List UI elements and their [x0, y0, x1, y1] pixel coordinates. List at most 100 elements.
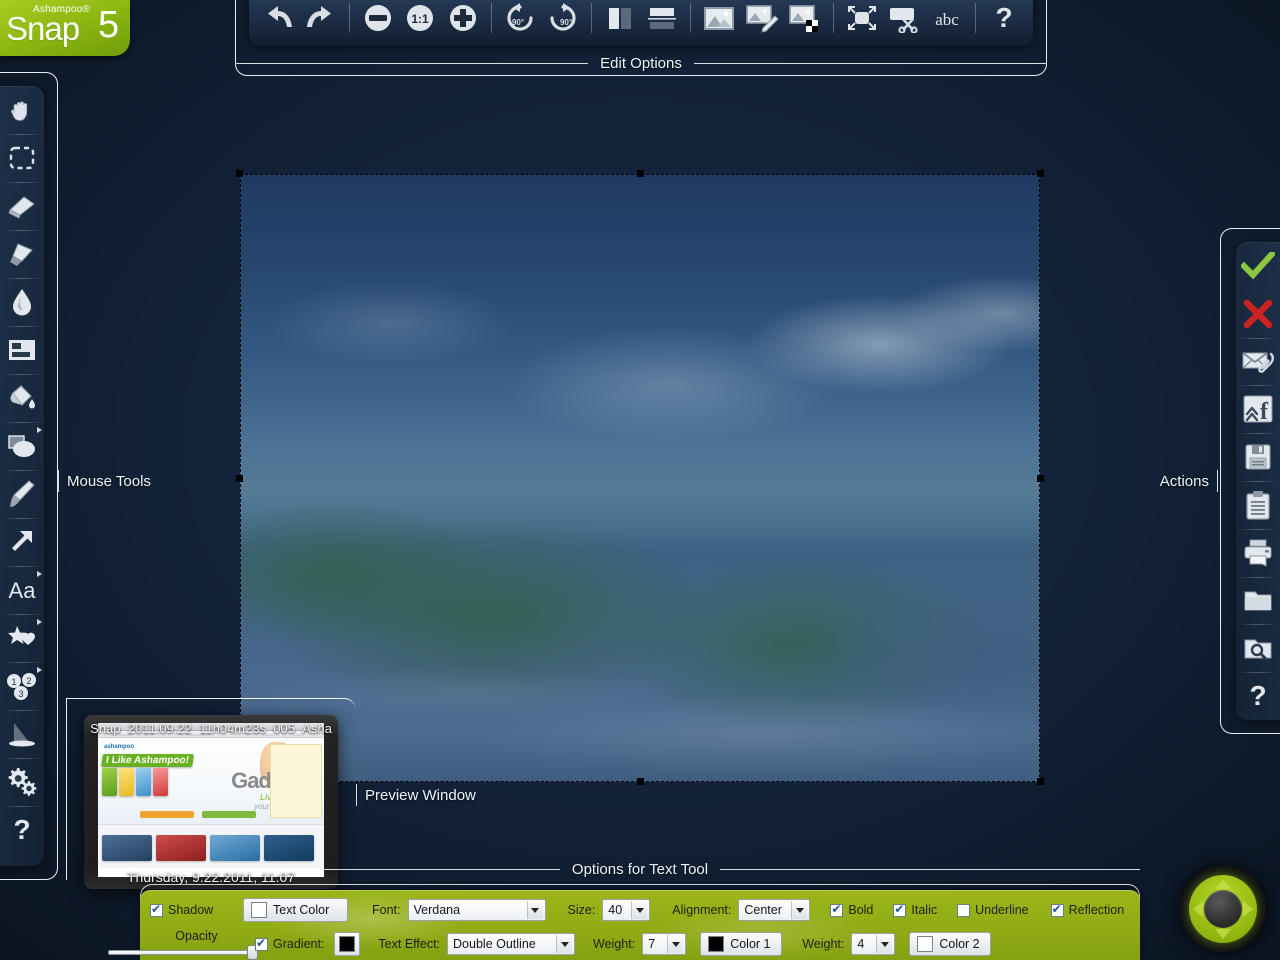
svg-text:90°: 90°	[512, 18, 524, 27]
hand-tool-button[interactable]	[0, 86, 44, 134]
resize-handle-e[interactable]	[1037, 475, 1044, 482]
font-select[interactable]: Verdana	[408, 899, 546, 921]
size-select[interactable]: 40	[602, 899, 650, 921]
chevron-down-icon	[876, 935, 892, 953]
underline-checkbox[interactable]: Underline	[957, 903, 1029, 917]
clipboard-icon	[1245, 490, 1271, 520]
resize-canvas-button[interactable]	[841, 0, 883, 40]
actions-hint: Actions	[1160, 468, 1218, 494]
paint-bucket-icon	[7, 384, 37, 412]
thumb-sidebar	[270, 744, 322, 818]
text-effect-value: Double Outline	[453, 937, 536, 951]
shadow-checkbox-box[interactable]	[150, 904, 163, 917]
hint-tick	[356, 784, 357, 806]
stamp-shapes-tool-button[interactable]	[0, 614, 44, 662]
svg-text:?: ?	[1249, 681, 1266, 711]
undo-button[interactable]	[257, 0, 299, 40]
resize-handle-nw[interactable]	[236, 170, 243, 177]
gradient-checkbox-box[interactable]	[255, 938, 268, 951]
numbering-tool-button[interactable]: 1 2 3	[0, 662, 44, 710]
print-action-button[interactable]	[1236, 529, 1280, 577]
opacity-slider-group[interactable]: Opacity	[150, 930, 243, 959]
alignment-value: Center	[744, 903, 782, 917]
italic-checkbox-box[interactable]	[893, 904, 906, 917]
resize-handle-se[interactable]	[1037, 778, 1044, 785]
shapes-tool-button[interactable]	[0, 422, 44, 470]
zoom-actual-size-button[interactable]: 1:1	[399, 0, 441, 40]
rotate-right-90-button[interactable]: 90°	[542, 0, 584, 40]
fill-bucket-tool-button[interactable]	[0, 374, 44, 422]
crop-button[interactable]	[884, 0, 926, 40]
settings-tool-button[interactable]	[0, 758, 44, 806]
zoom-out-button[interactable]	[357, 0, 399, 40]
eraser-tool-button[interactable]	[0, 182, 44, 230]
copy-clipboard-action-button[interactable]	[1236, 481, 1280, 529]
weight-2-select[interactable]: 4	[851, 933, 895, 955]
bold-checkbox[interactable]: Bold	[830, 903, 873, 917]
chevron-down-icon	[791, 901, 807, 919]
help-button[interactable]: ?	[983, 0, 1025, 40]
perspective-tool-button[interactable]	[0, 710, 44, 758]
bold-checkbox-box[interactable]	[830, 904, 843, 917]
email-attachment-action-button[interactable]	[1236, 338, 1280, 386]
gradient-checkbox[interactable]: Gradient:	[255, 937, 324, 951]
image-transparency-button[interactable]	[784, 0, 826, 40]
brush-tool-button[interactable]	[0, 470, 44, 518]
help-tool-button[interactable]: ?	[0, 806, 44, 854]
shadow-checkbox[interactable]: Shadow	[150, 903, 243, 917]
chevron-down-icon	[631, 901, 647, 919]
image-button[interactable]	[698, 0, 740, 40]
highlighter-tool-button[interactable]	[0, 230, 44, 278]
resize-handle-ne[interactable]	[1037, 170, 1044, 177]
arrow-tool-button[interactable]	[0, 518, 44, 566]
rotate-left-90-button[interactable]: 90°	[499, 0, 541, 40]
upload-facebook-action-button[interactable]: f	[1236, 385, 1280, 433]
eraser-icon	[7, 193, 37, 219]
zoom-in-button[interactable]	[442, 0, 484, 40]
folder-icon	[1243, 587, 1273, 613]
svg-text:?: ?	[995, 2, 1012, 33]
redo-button[interactable]	[300, 0, 342, 40]
color-1-button[interactable]: Color 1	[700, 932, 782, 956]
resize-handle-n[interactable]	[637, 170, 644, 177]
snap-capture-orb[interactable]	[1180, 866, 1266, 952]
flip-horizontal-button[interactable]	[599, 0, 641, 40]
weight-1-select[interactable]: 7	[642, 933, 686, 955]
toolbar-separator	[833, 3, 834, 33]
resize-handle-w[interactable]	[236, 475, 243, 482]
edit-canvas[interactable]	[240, 174, 1040, 782]
chevron-down-icon	[667, 935, 683, 953]
italic-checkbox[interactable]: Italic	[893, 903, 937, 917]
text-color-swatch	[251, 902, 267, 918]
save-action-button[interactable]	[1236, 433, 1280, 481]
text-tool-button[interactable]: Aa	[0, 566, 44, 614]
abc-button[interactable]: abc	[926, 0, 968, 40]
open-folder-action-button[interactable]	[1236, 577, 1280, 625]
select-region-tool-button[interactable]	[0, 134, 44, 182]
alignment-select[interactable]: Center	[738, 899, 810, 921]
resize-handle-s[interactable]	[637, 778, 644, 785]
text-effect-select[interactable]: Double Outline	[447, 933, 575, 955]
flip-vertical-button[interactable]	[641, 0, 683, 40]
hint-rule-right	[720, 869, 1140, 870]
cancel-action-button[interactable]	[1236, 290, 1280, 338]
image-edit-button[interactable]	[741, 0, 783, 40]
thumb-brand: ashampoo	[104, 744, 134, 750]
water-drop-icon	[10, 287, 34, 317]
pixelate-tool-button[interactable]	[0, 326, 44, 374]
blur-drop-tool-button[interactable]	[0, 278, 44, 326]
svg-text:3: 3	[18, 689, 23, 699]
help-action-button[interactable]: ?	[1236, 672, 1280, 720]
reflection-checkbox-box[interactable]	[1051, 904, 1064, 917]
text-color-button[interactable]: Text Color	[243, 898, 348, 922]
gradient-color-button[interactable]	[334, 932, 360, 956]
email-attachment-icon	[1241, 348, 1275, 374]
underline-checkbox-box[interactable]	[957, 904, 970, 917]
preview-timestamp: Thursday, 9.22.2011, 11:07	[84, 869, 338, 885]
accept-action-button[interactable]	[1236, 242, 1280, 290]
color-2-button[interactable]: Color 2	[909, 932, 991, 956]
reflection-checkbox[interactable]: Reflection	[1051, 903, 1125, 917]
thumb-headline: I Like Ashampoo!	[101, 754, 194, 767]
opacity-slider[interactable]	[108, 945, 258, 959]
search-folder-action-button[interactable]	[1236, 624, 1280, 672]
